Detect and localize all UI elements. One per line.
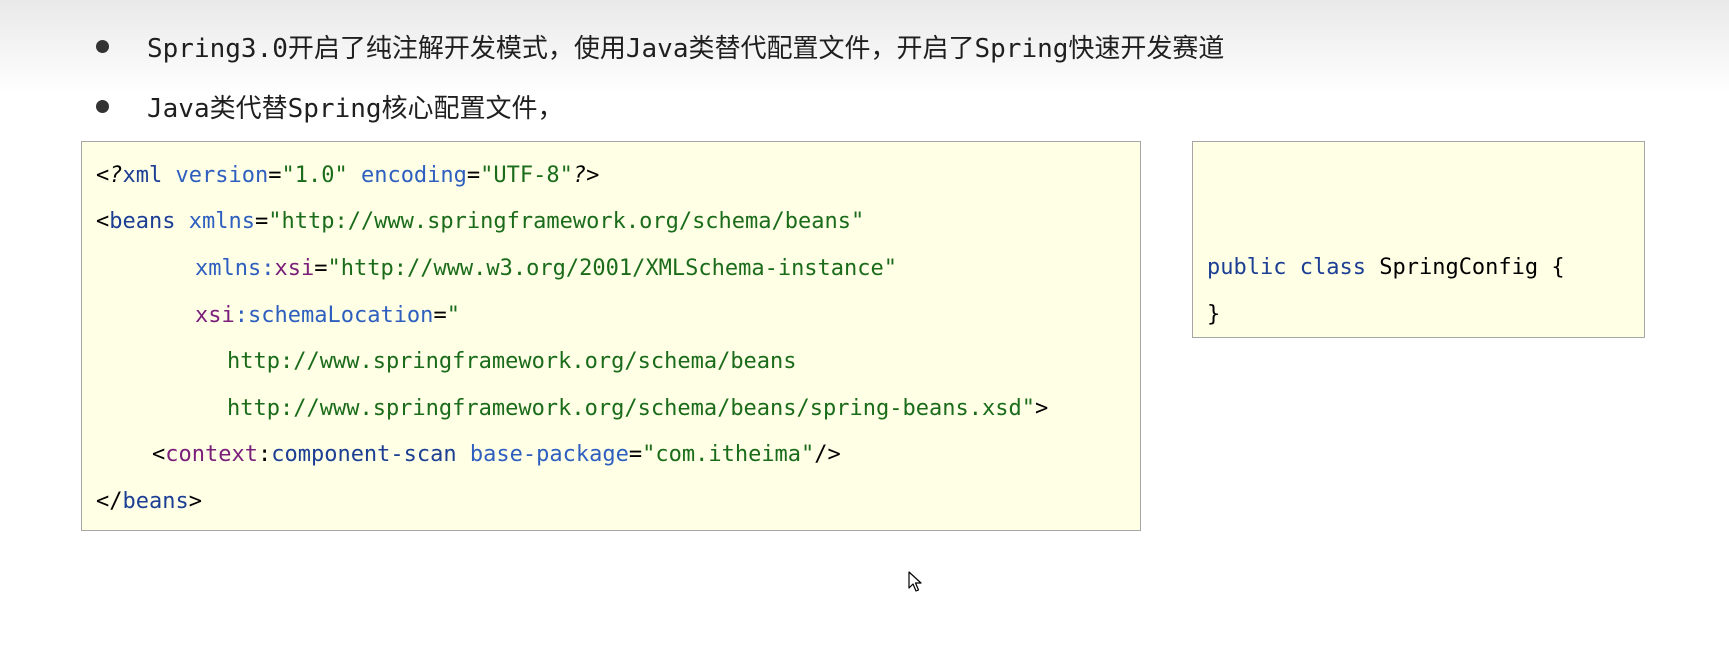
bullet-item-1: Spring3.0开启了纯注解开发模式，使用Java类替代配置文件，开启了Spr… [96, 26, 1224, 66]
xml-line-4: xsi:schemaLocation=" [195, 301, 460, 331]
xml-punct: ? [109, 163, 123, 188]
xml-space [348, 163, 361, 188]
xml-config-code-block: <?xml version="1.0" encoding="UTF-8"?> <… [81, 141, 1141, 531]
xml-namespace: context [165, 442, 258, 467]
xml-line-1: <?xml version="1.0" encoding="UTF-8"?> [96, 161, 599, 191]
xml-space [457, 442, 470, 467]
xml-punct: < [152, 442, 166, 467]
xml-punct: : [257, 442, 272, 467]
xml-value: http://www.springframework.org/schema/be… [227, 349, 797, 374]
java-line-1: public class SpringConfig { [1207, 253, 1565, 283]
xml-punct: = [628, 442, 643, 467]
xml-value: http://www.springframework.org/schema/be… [227, 396, 1035, 421]
bullet-dot-icon [96, 39, 109, 53]
xml-line-3: xmlns:xsi="http://www.w3.org/2001/XMLSch… [195, 254, 897, 284]
xml-punct: /> [814, 442, 841, 467]
xml-value: "http://www.springframework.org/schema/b… [268, 209, 865, 234]
xml-punct: = [433, 303, 447, 328]
bullet-dot-icon [96, 99, 109, 113]
xml-line-7: <context:component-scan base-package="co… [152, 440, 841, 470]
xml-namespace: xsi [195, 303, 235, 328]
xml-value: "UTF-8" [480, 163, 573, 188]
xml-space [162, 163, 175, 188]
xml-punct: > [188, 489, 202, 514]
bullet-text-2: Java类代替Spring核心配置文件， [147, 93, 564, 124]
xml-punct: ?> [572, 163, 600, 188]
xml-line-6: http://www.springframework.org/schema/be… [227, 394, 1048, 424]
xml-tag: beans [109, 209, 176, 234]
xml-punct: = [268, 163, 282, 188]
bullet-item-2: Java类代替Spring核心配置文件， [96, 86, 564, 126]
xml-punct: = [254, 209, 269, 234]
java-line-2: } [1207, 300, 1220, 330]
java-class-name: SpringConfig [1379, 255, 1539, 280]
xml-value: "com.itheima" [642, 442, 815, 467]
xml-line-2: <beans xmlns="http://www.springframework… [96, 207, 864, 237]
xml-value: " [446, 303, 460, 328]
mouse-cursor-icon [908, 571, 922, 592]
java-brace: { [1551, 255, 1565, 280]
xml-namespace: xsi [274, 256, 315, 281]
xml-attr: :schemaLocation [234, 303, 434, 328]
xml-tag: beans [122, 489, 189, 514]
xml-tag: component-scan [271, 442, 457, 467]
java-brace: } [1207, 302, 1221, 327]
xml-tag: xml [122, 163, 163, 188]
xml-punct: < [96, 209, 110, 234]
xml-attr: xmlns [188, 209, 255, 234]
java-keyword: public [1207, 255, 1287, 280]
xml-attr: version [175, 163, 269, 188]
java-config-code-block: public class SpringConfig { } [1192, 141, 1645, 338]
java-keyword: class [1299, 255, 1366, 280]
bullet-text-1: Spring3.0开启了纯注解开发模式，使用Java类替代配置文件，开启了Spr… [147, 33, 1225, 64]
xml-value: "1.0" [281, 163, 348, 188]
xml-value: "http://www.w3.org/2001/XMLSchema-instan… [327, 256, 898, 281]
xml-punct: </ [96, 489, 123, 514]
xml-attr: xmlns: [195, 256, 275, 281]
xml-punct: < [96, 163, 110, 188]
xml-punct: = [314, 256, 328, 281]
xml-punct: = [466, 163, 481, 188]
xml-line-5: http://www.springframework.org/schema/be… [227, 347, 797, 377]
xml-space [175, 209, 188, 234]
xml-punct: > [1034, 396, 1049, 421]
xml-attr: encoding [360, 163, 467, 188]
xml-attr: base-package [469, 442, 629, 467]
xml-line-8: </beans> [96, 487, 202, 517]
